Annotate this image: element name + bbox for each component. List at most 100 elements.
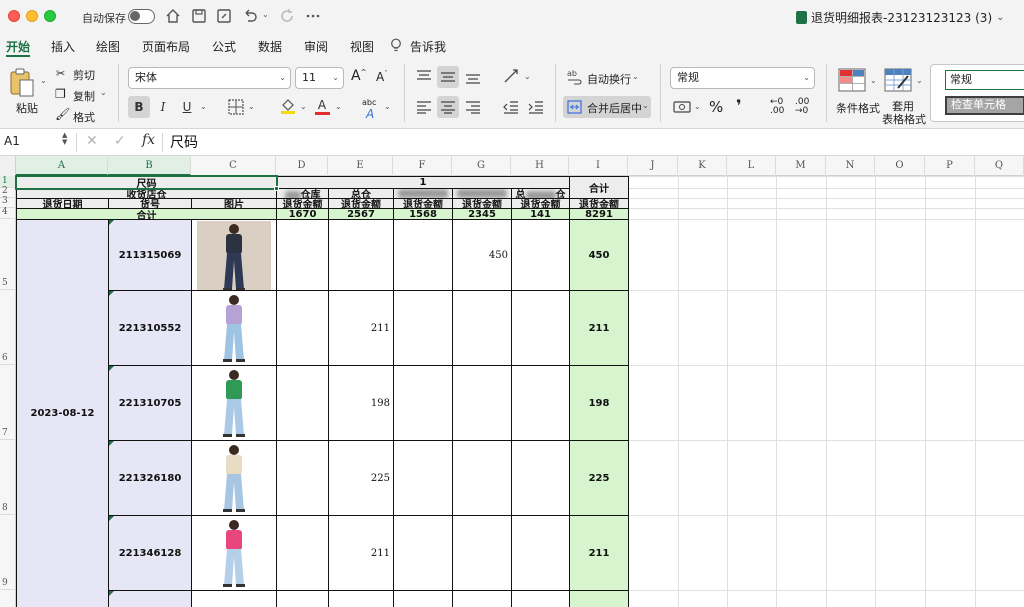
row-header-5[interactable]: 5 — [0, 219, 16, 290]
column-header-o[interactable]: O — [875, 156, 925, 176]
borders-icon[interactable] — [228, 99, 244, 115]
column-header-h[interactable]: H — [511, 156, 569, 176]
column-header-e[interactable]: E — [328, 156, 393, 176]
text-orientation-icon[interactable] — [503, 68, 521, 84]
cell-sku[interactable]: 221310705 — [108, 365, 192, 441]
conditional-formatting-dropdown-icon[interactable]: ⌄ — [870, 76, 877, 85]
decrease-font-size-button[interactable]: Aˇ — [376, 70, 388, 84]
redo-icon[interactable] — [278, 7, 296, 25]
fill-color-icon[interactable] — [279, 97, 297, 115]
cell-item-f[interactable] — [393, 365, 453, 441]
document-title-group[interactable]: 退货明细报表-23123123123 (3) ⌄ — [796, 9, 1005, 26]
merge-center-dropdown-icon[interactable]: ⌄ — [642, 101, 649, 110]
minimize-window-button[interactable] — [26, 10, 38, 22]
cell-product-image-partial[interactable] — [191, 590, 277, 607]
cell-product-image[interactable] — [191, 515, 277, 591]
cell-item-partial-f[interactable] — [393, 590, 453, 607]
cell-item-h[interactable] — [511, 219, 570, 291]
undo-dropdown-icon[interactable]: ⌄ — [262, 10, 269, 19]
home-icon[interactable] — [164, 7, 182, 25]
conditional-formatting-icon[interactable] — [838, 68, 866, 92]
increase-font-size-button[interactable]: A^ — [351, 68, 366, 84]
underline-dropdown-icon[interactable]: ⌄ — [200, 102, 207, 111]
save-icon[interactable] — [190, 7, 208, 25]
cut-button[interactable]: 剪切 — [73, 67, 95, 83]
conditional-formatting-button[interactable]: 条件格式 — [836, 100, 880, 116]
format-as-table-dropdown-icon[interactable]: ⌄ — [916, 76, 923, 85]
cell-item-g[interactable] — [452, 365, 512, 441]
cell-item-g[interactable] — [452, 290, 512, 366]
copy-button[interactable]: 复制 — [73, 88, 95, 104]
cell-item-partial-e[interactable] — [328, 590, 394, 607]
cell-item-d[interactable] — [276, 290, 329, 366]
format-painter-icon[interactable]: 🖌 — [55, 107, 70, 121]
column-header-a[interactable]: A — [16, 156, 108, 176]
column-header-f[interactable]: F — [393, 156, 452, 176]
cell-sku-partial[interactable] — [108, 590, 192, 607]
align-bottom-icon[interactable] — [465, 70, 481, 84]
row-header-8[interactable]: 8 — [0, 440, 16, 515]
font-name-select[interactable]: 宋体 ⌄ — [128, 67, 291, 89]
column-header-d[interactable]: D — [276, 156, 328, 176]
zoom-window-button[interactable] — [44, 10, 56, 22]
undo-icon[interactable] — [241, 7, 259, 25]
cell-item-g[interactable] — [452, 515, 512, 591]
accept-icon[interactable]: ✓ — [114, 133, 126, 149]
paste-icon[interactable] — [9, 68, 35, 98]
spreadsheet-grid[interactable]: ABCDEFGHIJKLMNOPQ 123456789 尺码 1 合计 收货店仓 仓库总… — [0, 156, 1024, 607]
cancel-icon[interactable]: ✕ — [86, 133, 98, 149]
phonetic-dropdown-icon[interactable]: ⌄ — [384, 102, 391, 111]
format-painter-button[interactable]: 格式 — [73, 109, 95, 125]
cell-item-h[interactable] — [511, 290, 570, 366]
column-header-l[interactable]: L — [727, 156, 776, 176]
tab-data[interactable]: 数据 — [258, 38, 282, 55]
tab-draw[interactable]: 绘图 — [96, 38, 120, 55]
column-header-k[interactable]: K — [678, 156, 727, 176]
underline-button[interactable]: U — [176, 96, 198, 118]
decrease-decimal-button[interactable]: .00 →0 — [795, 98, 809, 116]
cell-product-image[interactable] — [191, 219, 277, 291]
cell-item-h[interactable] — [511, 365, 570, 441]
cell-item-f[interactable] — [393, 515, 453, 591]
cell-item-total[interactable]: 225 — [569, 440, 629, 516]
borders-dropdown-icon[interactable]: ⌄ — [248, 102, 255, 111]
copy-dropdown-icon[interactable]: ⌄ — [100, 88, 107, 97]
cell-product-image[interactable] — [191, 365, 277, 441]
font-color-button[interactable]: A — [311, 94, 333, 118]
font-color-dropdown-icon[interactable]: ⌄ — [335, 102, 342, 111]
phonetic-guide-button[interactable]: abc A — [362, 98, 376, 121]
cell-return-date[interactable]: 2023-08-12 — [16, 219, 109, 607]
copy-icon[interactable]: ❐ — [55, 87, 66, 101]
accounting-format-icon[interactable] — [673, 100, 691, 114]
column-header-q[interactable]: Q — [975, 156, 1024, 176]
column-header-m[interactable]: M — [776, 156, 826, 176]
cell-item-f[interactable] — [393, 440, 453, 516]
cell-item-e[interactable]: 198 — [328, 365, 394, 441]
wrap-text-dropdown-icon[interactable]: ⌄ — [632, 72, 639, 81]
tab-home[interactable]: 开始 — [6, 38, 30, 55]
column-header-b[interactable]: B — [108, 156, 191, 176]
column-header-n[interactable]: N — [826, 156, 875, 176]
cut-icon[interactable]: ✂ — [56, 67, 65, 80]
cell-product-image[interactable] — [191, 440, 277, 516]
align-top-icon[interactable] — [416, 70, 432, 84]
row-header-9[interactable]: 9 — [0, 515, 16, 590]
row-header-next[interactable] — [0, 590, 16, 607]
cell-sku[interactable]: 221346128 — [108, 515, 192, 591]
align-left-icon[interactable] — [416, 100, 432, 114]
autosave-toggle[interactable] — [128, 9, 155, 24]
column-header-j[interactable]: J — [628, 156, 678, 176]
tell-me-search[interactable]: 告诉我 — [410, 38, 446, 55]
cell-item-d[interactable] — [276, 440, 329, 516]
paste-dropdown-icon[interactable]: ⌄ — [40, 76, 47, 85]
increase-decimal-button[interactable]: ←0.00 — [770, 98, 784, 116]
cell-item-f[interactable] — [393, 290, 453, 366]
select-all-button[interactable] — [0, 156, 16, 176]
font-size-select[interactable]: 11 ⌄ — [295, 67, 344, 89]
cell-item-g[interactable] — [452, 440, 512, 516]
accounting-dropdown-icon[interactable]: ⌄ — [694, 102, 701, 111]
align-center-button[interactable] — [437, 96, 459, 118]
percent-style-button[interactable]: % — [709, 98, 723, 116]
text-orientation-dropdown-icon[interactable]: ⌄ — [524, 72, 531, 81]
cell-sku[interactable]: 221310552 — [108, 290, 192, 366]
